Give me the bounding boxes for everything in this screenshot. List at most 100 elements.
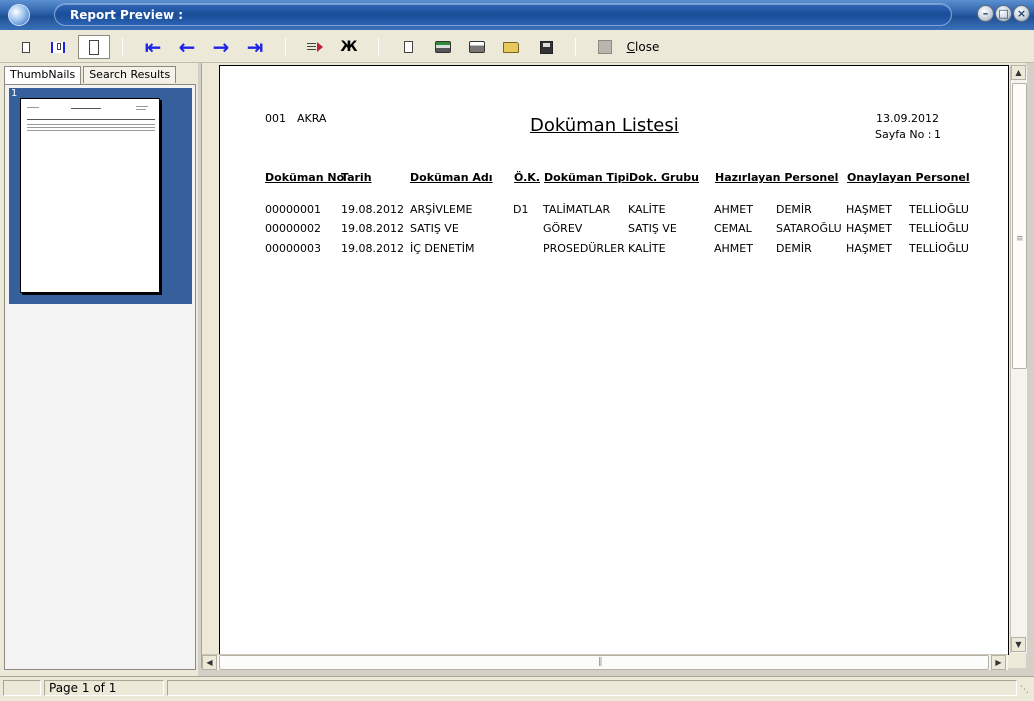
find-icon: Ж	[340, 39, 358, 55]
maximize-button[interactable]: □	[995, 5, 1012, 22]
column-header: Doküman Adı	[410, 171, 493, 184]
minimize-button[interactable]: –	[977, 5, 994, 22]
single-page-icon	[22, 41, 30, 53]
report-page: 001 AKRA Doküman Listesi 13.09.2012 Sayf…	[219, 65, 1009, 655]
next-page-button[interactable]: →	[210, 36, 232, 58]
first-page-button[interactable]: ⇤	[142, 36, 164, 58]
cell-prep-last: SATAROĞLU	[776, 222, 842, 235]
prev-page-button[interactable]: ←	[176, 36, 198, 58]
full-page-icon	[89, 39, 99, 55]
column-header: Hazırlayan Personel	[715, 171, 839, 184]
cell-appr-last: TELLİOĞLU	[909, 242, 969, 255]
cell-doc-no: 00000002	[265, 222, 321, 235]
cell-prep-last: DEMİR	[776, 242, 812, 255]
cell-doc-name: ARŞİVLEME	[410, 203, 473, 216]
cell-doc-type: GÖREV	[543, 222, 583, 235]
page-number-label: Sayfa No :	[875, 128, 932, 141]
vertical-scrollbar[interactable]: ▲ ≡ ▼	[1010, 65, 1027, 653]
report-title: Doküman Listesi	[530, 115, 679, 136]
go-to-page-button[interactable]	[304, 36, 326, 58]
vertical-scroll-thumb[interactable]: ≡	[1012, 83, 1027, 369]
toolbar-separator	[378, 38, 379, 56]
full-page-button[interactable]	[78, 35, 110, 59]
prev-page-icon: ←	[178, 35, 196, 59]
company-name: AKRA	[297, 112, 327, 125]
status-bar: Page 1 of 1 ⋱	[0, 676, 1034, 701]
status-cell-message	[167, 680, 1017, 696]
cell-appr-last: TELLİOĞLU	[909, 222, 969, 235]
toolbar-separator	[285, 38, 286, 56]
page-width-button[interactable]	[46, 36, 70, 58]
thumbnail-page-preview	[20, 98, 160, 293]
open-button[interactable]	[500, 36, 522, 58]
cell-doc-no: 00000003	[265, 242, 321, 255]
save-icon	[539, 40, 553, 54]
open-icon	[503, 41, 519, 53]
go-to-page-icon	[307, 41, 323, 53]
scroll-right-icon[interactable]: ▶	[991, 655, 1006, 670]
print-setup-button[interactable]	[432, 36, 454, 58]
cell-appr-last: TELLİOĞLU	[909, 203, 969, 216]
cell-doc-name: İÇ DENETİM	[410, 242, 475, 255]
close-button-label: Close	[626, 40, 660, 54]
cell-prep-last: DEMİR	[776, 203, 812, 216]
cell-prep-first: CEMAL	[714, 222, 752, 235]
cell-date: 19.08.2012	[341, 203, 404, 216]
tab-search-results[interactable]: Search Results	[83, 66, 177, 83]
cell-doc-group: KALİTE	[628, 203, 666, 216]
close-icon	[598, 40, 612, 54]
close-report-icon-button[interactable]	[594, 36, 616, 58]
cell-doc-type: PROSEDÜRLER	[543, 242, 625, 255]
column-header: Tarih	[341, 171, 372, 184]
cell-date: 19.08.2012	[341, 242, 404, 255]
scroll-down-icon[interactable]: ▼	[1011, 637, 1026, 652]
scroll-up-icon[interactable]: ▲	[1011, 65, 1026, 80]
last-page-icon: ⇥	[246, 35, 264, 59]
close-window-button[interactable]: ×	[1013, 5, 1030, 22]
thumbnail-page-1[interactable]: 1	[9, 88, 192, 304]
cell-ok: D1	[513, 203, 529, 216]
close-button[interactable]: Close	[626, 36, 660, 58]
preview-area: 001 AKRA Doküman Listesi 13.09.2012 Sayf…	[201, 63, 1026, 668]
column-header: Onaylayan Personel	[847, 171, 970, 184]
left-panel: ThumbNails Search Results 1	[0, 63, 198, 676]
toolbar-separator	[575, 38, 576, 56]
cell-doc-group: KALİTE	[628, 242, 666, 255]
last-page-button[interactable]: ⇥	[244, 36, 266, 58]
thumbnail-list: 1	[4, 84, 196, 670]
page-setup-button[interactable]	[398, 36, 418, 58]
cell-doc-name: SATIŞ VE	[410, 222, 459, 235]
column-header: Doküman No	[265, 171, 345, 184]
cell-appr-first: HAŞMET	[846, 222, 892, 235]
next-page-icon: →	[212, 35, 230, 59]
left-tabs: ThumbNails Search Results	[4, 66, 178, 84]
report-date: 13.09.2012	[876, 112, 939, 125]
company-code: 001	[265, 112, 286, 125]
cell-doc-no: 00000001	[265, 203, 321, 216]
page-number-value: 1	[934, 128, 941, 141]
cell-date: 19.08.2012	[341, 222, 404, 235]
cell-doc-group: SATIŞ VE	[628, 222, 677, 235]
save-button[interactable]	[535, 36, 557, 58]
first-page-icon: ⇤	[144, 35, 162, 59]
print-icon	[469, 41, 485, 53]
cell-appr-first: HAŞMET	[846, 203, 892, 216]
print-button[interactable]	[466, 36, 488, 58]
page-setup-icon	[403, 41, 413, 53]
column-header: Dok. Grubu	[629, 171, 700, 184]
scroll-left-icon[interactable]: ◀	[202, 655, 217, 670]
horizontal-scrollbar[interactable]: ◀ ‖ ▶	[202, 654, 1008, 670]
app-globe-icon[interactable]	[8, 4, 30, 26]
cell-doc-type: TALİMATLAR	[543, 203, 611, 216]
resize-grip-icon[interactable]: ⋱	[1020, 685, 1029, 695]
toolbar: ⇤ ← → ⇥ Ж Close	[0, 30, 1034, 63]
single-page-button[interactable]	[16, 36, 36, 58]
window-title: Report Preview :	[70, 8, 184, 22]
horizontal-scroll-thumb[interactable]: ‖	[219, 655, 989, 670]
status-page-info: Page 1 of 1	[44, 680, 164, 696]
column-header: Doküman Tipi	[544, 171, 630, 184]
find-button[interactable]: Ж	[338, 36, 360, 58]
toolbar-separator	[122, 38, 123, 56]
cell-prep-first: AHMET	[714, 242, 753, 255]
tab-thumbnails[interactable]: ThumbNails	[4, 66, 82, 84]
